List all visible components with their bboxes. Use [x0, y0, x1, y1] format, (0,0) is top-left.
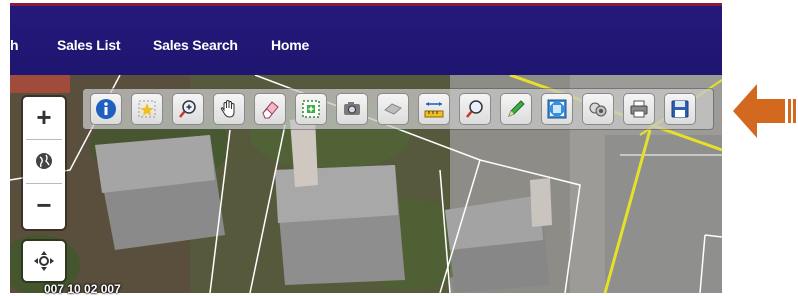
- pencil-icon: [508, 100, 525, 117]
- save-tool-button[interactable]: [664, 93, 696, 125]
- zoom-in-button[interactable]: +: [23, 97, 65, 137]
- identify-tool-button[interactable]: [90, 93, 122, 125]
- eraser-icon: [262, 101, 279, 119]
- move-arrows-icon: [34, 251, 54, 271]
- nav-link-sales-search[interactable]: Sales Search: [153, 37, 238, 53]
- layers-tool-button[interactable]: [582, 93, 614, 125]
- zoom-area-tool-button[interactable]: [172, 93, 204, 125]
- measure-icon: [384, 103, 402, 115]
- zoom-out-button[interactable]: −: [23, 185, 65, 225]
- full-extent-icon: [547, 99, 567, 119]
- zoom-divider: [26, 183, 62, 184]
- zoom-search-icon: [466, 100, 483, 118]
- distance-tool-button[interactable]: [418, 93, 450, 125]
- select-region-tool-button[interactable]: [295, 93, 327, 125]
- select-icon: [138, 100, 156, 118]
- pan-tool-button[interactable]: [213, 93, 245, 125]
- nav-link-sales-list[interactable]: Sales List: [57, 37, 121, 53]
- select-region-icon: [302, 100, 320, 118]
- camera-icon: [344, 102, 360, 115]
- map-toolbar: [83, 89, 713, 129]
- distance-ruler-icon: [424, 102, 444, 118]
- draw-tool-button[interactable]: [500, 93, 532, 125]
- measure-tool-button[interactable]: [377, 93, 409, 125]
- zoom-search-tool-button[interactable]: [459, 93, 491, 125]
- pan-hand-icon: [220, 99, 235, 118]
- zoom-control: + −: [23, 97, 65, 229]
- globe-icon: [36, 153, 52, 169]
- zoom-divider: [26, 139, 62, 140]
- save-icon: [671, 100, 689, 118]
- layers-icon: [589, 102, 607, 117]
- select-tool-button[interactable]: [131, 93, 163, 125]
- top-nav-bar: h Sales List Sales Search Home: [10, 3, 722, 75]
- camera-tool-button[interactable]: [336, 93, 368, 125]
- pan-button[interactable]: [23, 241, 65, 281]
- full-extent-tool-button[interactable]: [541, 93, 573, 125]
- globe-button[interactable]: [23, 141, 65, 181]
- parcel-label: 007 10 02 007: [44, 282, 121, 296]
- nav-link-partial[interactable]: h: [10, 37, 19, 53]
- print-icon: [630, 100, 648, 118]
- zoom-in-area-icon: [179, 100, 196, 118]
- identify-icon: [96, 99, 116, 119]
- print-tool-button[interactable]: [623, 93, 655, 125]
- eraser-tool-button[interactable]: [254, 93, 286, 125]
- nav-link-home[interactable]: Home: [271, 37, 309, 53]
- pointer-arrow-icon: [733, 84, 796, 138]
